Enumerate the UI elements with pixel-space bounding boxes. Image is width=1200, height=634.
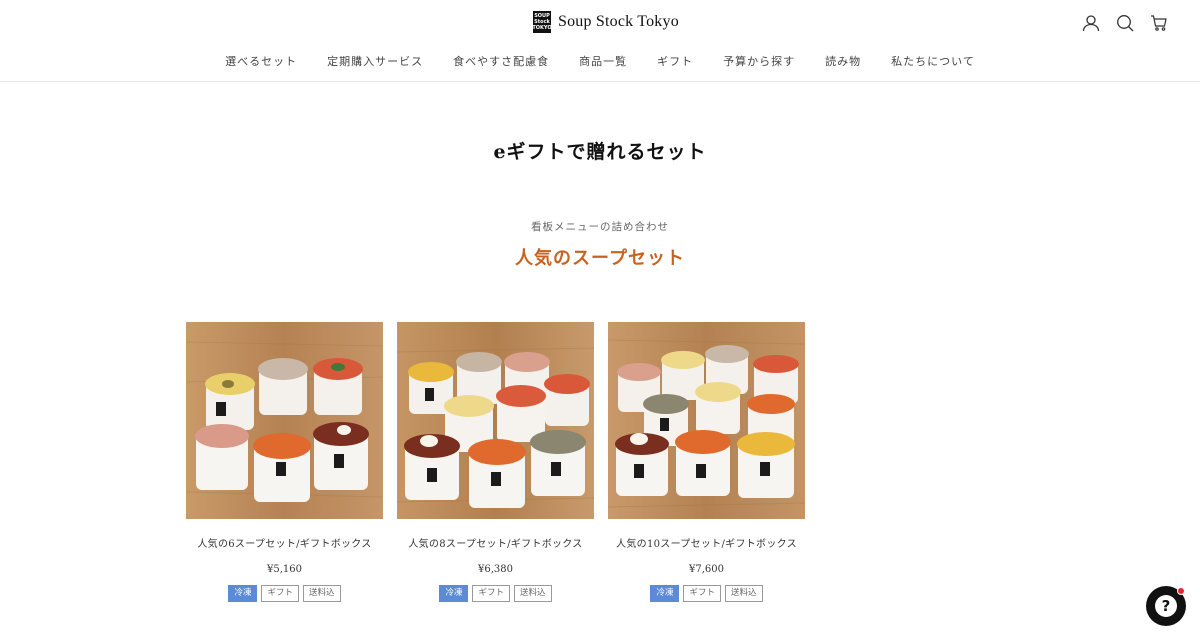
tag-frozen: 冷凍 — [228, 585, 258, 602]
svg-text:?: ? — [1162, 597, 1171, 615]
product-image[interactable] — [397, 322, 594, 519]
tag-frozen: 冷凍 — [650, 585, 680, 602]
product-price: ¥5,160 — [267, 564, 302, 575]
search-icon[interactable] — [1116, 14, 1134, 32]
header-icons — [1082, 14, 1168, 32]
tag-shipping-included: 送料込 — [514, 585, 552, 602]
product-tags: 冷凍 ギフト 送料込 — [186, 585, 383, 602]
nav-item-selectable-set[interactable]: 選べるセット — [225, 53, 297, 69]
nav-item-subscription[interactable]: 定期購入サービス — [327, 53, 423, 69]
nav-item-easy-eating[interactable]: 食べやすさ配慮食 — [453, 53, 549, 69]
main-nav: 選べるセット 定期購入サービス 食べやすさ配慮食 商品一覧 ギフト 予算から探す… — [0, 53, 1200, 69]
page-title: eギフトで贈れるセット — [493, 141, 707, 163]
product-card[interactable]: 人気の8スープセット/ギフトボックス ¥6,380 冷凍 ギフト 送料込 — [397, 322, 594, 602]
site-logo[interactable]: SOUP Stock TOKYO Soup Stock Tokyo — [532, 11, 679, 33]
product-image[interactable] — [186, 322, 383, 519]
product-tags: 冷凍 ギフト 送料込 — [397, 585, 594, 602]
product-image[interactable] — [608, 322, 805, 519]
product-price: ¥6,380 — [478, 564, 513, 575]
tag-shipping-included: 送料込 — [303, 585, 341, 602]
product-price: ¥7,600 — [689, 564, 724, 575]
product-name[interactable]: 人気の6スープセット/ギフトボックス — [186, 535, 383, 550]
logo-text: Soup Stock Tokyo — [558, 13, 679, 30]
chat-button[interactable]: ? — [1146, 586, 1186, 626]
nav-item-budget[interactable]: 予算から探す — [723, 53, 795, 69]
section-title: 人気のスープセット — [515, 248, 685, 269]
product-name[interactable]: 人気の10スープセット/ギフトボックス — [608, 535, 805, 550]
product-name[interactable]: 人気の8スープセット/ギフトボックス — [397, 535, 594, 550]
cart-icon[interactable] — [1150, 14, 1168, 32]
help-chat-icon: ? — [1155, 595, 1177, 617]
product-grid: 人気の6スープセット/ギフトボックス ¥5,160 冷凍 ギフト 送料込 人気の… — [186, 322, 805, 602]
tag-gift: ギフト — [472, 585, 510, 602]
nav-item-gift[interactable]: ギフト — [657, 53, 693, 69]
tag-shipping-included: 送料込 — [725, 585, 763, 602]
section-subtitle: 看板メニューの詰め合わせ — [531, 221, 669, 233]
nav-item-product-list[interactable]: 商品一覧 — [579, 53, 627, 69]
nav-item-reading[interactable]: 読み物 — [825, 53, 861, 69]
product-card[interactable]: 人気の10スープセット/ギフトボックス ¥7,600 冷凍 ギフト 送料込 — [608, 322, 805, 602]
notification-dot — [1177, 587, 1185, 595]
tag-frozen: 冷凍 — [439, 585, 469, 602]
site-header: SOUP Stock TOKYO Soup Stock Tokyo 選べるセット… — [0, 0, 1200, 82]
tag-gift: ギフト — [261, 585, 299, 602]
product-tags: 冷凍 ギフト 送料込 — [608, 585, 805, 602]
tag-gift: ギフト — [683, 585, 721, 602]
logo-mark: SOUP Stock TOKYO — [532, 11, 552, 33]
user-icon[interactable] — [1082, 14, 1100, 32]
product-card[interactable]: 人気の6スープセット/ギフトボックス ¥5,160 冷凍 ギフト 送料込 — [186, 322, 383, 602]
nav-item-about[interactable]: 私たちについて — [891, 53, 975, 69]
